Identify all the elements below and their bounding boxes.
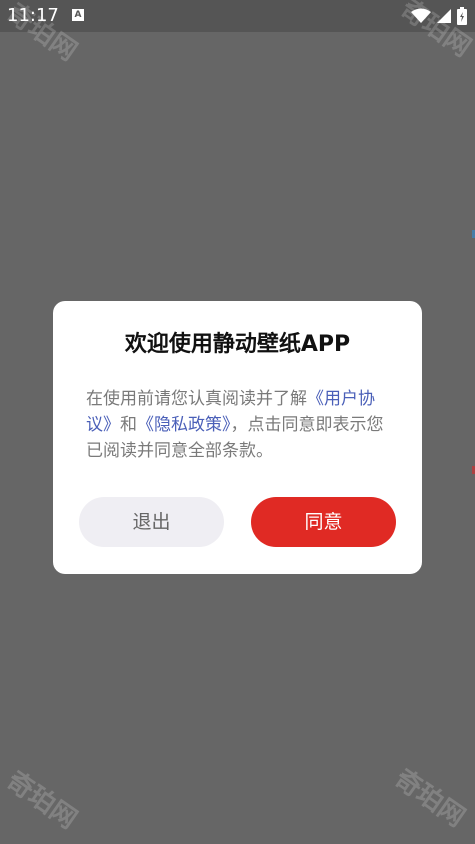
- body-prefix-text: 在使用前请您认真阅读并了解: [86, 389, 307, 409]
- privacy-dialog: 欢迎使用静动壁纸APP 在使用前请您认真阅读并了解《用户协议》和《隐私政策》，点…: [53, 301, 422, 574]
- exit-button[interactable]: 退出: [79, 497, 224, 547]
- watermark-logo: 奇珀网: [389, 763, 471, 834]
- watermark-logo: 奇珀网: [1, 765, 83, 836]
- dialog-body: 在使用前请您认真阅读并了解《用户协议》和《隐私政策》，点击同意即表示您已阅读并同…: [86, 386, 391, 464]
- privacy-policy-link[interactable]: 《隐私政策》: [137, 415, 231, 435]
- app-screen: 11:17 A 奇珀网 奇珀网 奇珀网 奇珀网 欢迎使用静动壁纸APP 在使用前…: [0, 0, 475, 844]
- conjunction-text: 和: [120, 415, 137, 435]
- dialog-title: 欢迎使用静动壁纸APP: [124, 332, 351, 357]
- agree-button[interactable]: 同意: [251, 497, 396, 547]
- a-letter-icon: A: [72, 9, 84, 21]
